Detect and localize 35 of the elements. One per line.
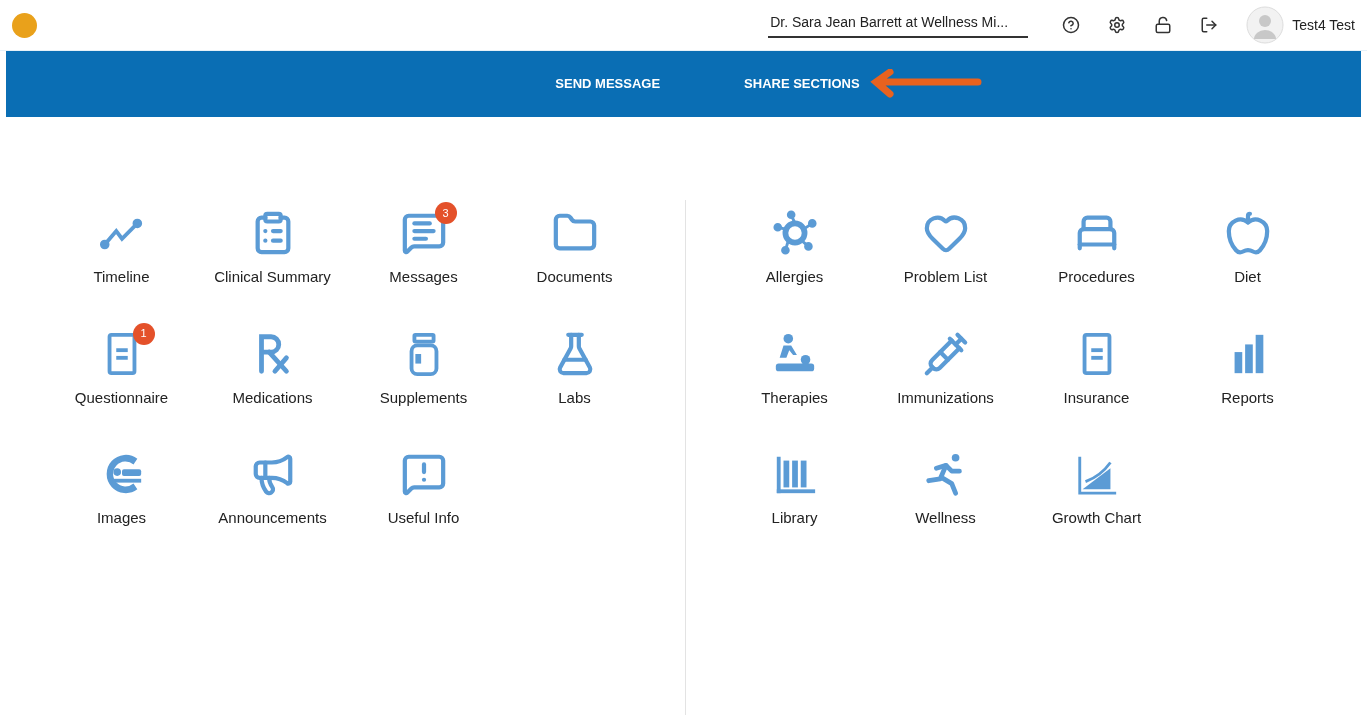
section-tile[interactable]: Supplements xyxy=(348,320,499,409)
practice-selector[interactable]: Dr. Sara Jean Barrett at Wellness Mi... xyxy=(768,12,1029,38)
section-tile[interactable]: Wellness xyxy=(870,441,1021,530)
user-name[interactable]: Test4 Test xyxy=(1292,14,1355,36)
section-tile[interactable]: Allergies xyxy=(719,200,870,289)
nav-link[interactable]: SEND MESSAGE xyxy=(555,74,661,94)
section-tile[interactable]: Medications xyxy=(197,320,348,409)
section-tile[interactable]: Immunizations xyxy=(870,320,1021,409)
section-tile[interactable]: Clinical Summary xyxy=(197,200,348,289)
section-tile[interactable]: Timeline xyxy=(46,200,197,289)
section-tile[interactable]: Diet xyxy=(1172,200,1323,289)
section-tile[interactable]: Announcements xyxy=(197,441,348,530)
section-tile[interactable]: Insurance xyxy=(1021,320,1172,409)
virus-icon xyxy=(771,210,818,256)
section-tile[interactable]: Library xyxy=(719,441,870,530)
section-tile[interactable]: Documents xyxy=(499,200,650,289)
section-tile[interactable]: Labs xyxy=(499,320,650,409)
syringe-icon xyxy=(922,330,969,377)
section-tile[interactable]: Useful Info xyxy=(348,441,499,530)
section-tile[interactable]: Procedures xyxy=(1021,200,1172,289)
help-icon[interactable] xyxy=(1062,16,1081,34)
settings-icon[interactable] xyxy=(1108,16,1127,34)
section-tile[interactable]: Problem List xyxy=(870,200,1021,289)
notification-badge: 3 xyxy=(434,202,457,224)
apple-icon xyxy=(1224,210,1271,256)
section-tile[interactable]: Images xyxy=(46,441,197,530)
lock-icon[interactable] xyxy=(1154,16,1173,34)
section-tile[interactable]: Growth Chart xyxy=(1021,441,1172,530)
section-tile[interactable]: 1 Questionnaire xyxy=(46,320,197,409)
section-tile[interactable]: 3 Messages xyxy=(348,200,499,289)
logout-icon[interactable] xyxy=(1200,16,1219,34)
notification-badge: 1 xyxy=(132,322,155,345)
section-tile[interactable]: Therapies xyxy=(719,320,870,409)
nav-link[interactable]: SHARE SECTIONS xyxy=(744,74,860,94)
section-tile[interactable]: Reports xyxy=(1172,320,1323,409)
